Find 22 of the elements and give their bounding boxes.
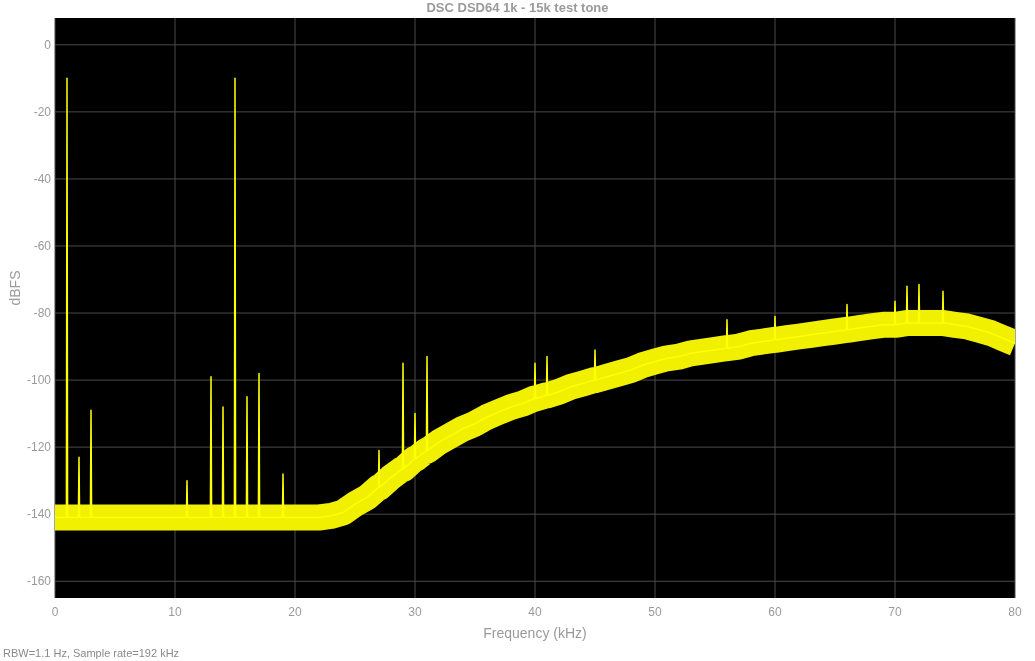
axis-tick-label: -40: [33, 171, 51, 186]
axis-tick-label: -80: [33, 306, 51, 321]
footer-note: RBW=1.1 Hz, Sample rate=192 kHz: [2, 646, 180, 661]
axis-tick-label: 50: [648, 605, 662, 619]
axis-tick-label: -20: [33, 104, 51, 119]
axis-tick-label: -140: [26, 507, 51, 522]
axis-tick-label: 0: [44, 37, 51, 52]
axis-tick-label: 30: [408, 605, 422, 619]
axis-tick-label: -120: [26, 440, 51, 455]
axis-tick-label: -60: [33, 239, 51, 253]
axis-tick-label: 20: [288, 605, 302, 619]
axis-title: Frequency (kHz): [483, 625, 587, 641]
axis-title: dBFS: [7, 270, 23, 306]
axis-tick-label: 0: [51, 605, 59, 619]
axis-tick-label: -100: [26, 373, 51, 388]
axis-tick-label: 10: [168, 605, 182, 619]
axis-tick-label: 60: [768, 605, 782, 619]
axis-tick-label: 70: [888, 605, 902, 619]
axis-tick-label: -160: [26, 574, 51, 589]
axis-tick-label: 80: [1008, 605, 1022, 619]
chart-title: DSC DSD64 1k - 15k test tone: [426, 0, 609, 17]
axis-tick-label: 40: [528, 605, 542, 619]
